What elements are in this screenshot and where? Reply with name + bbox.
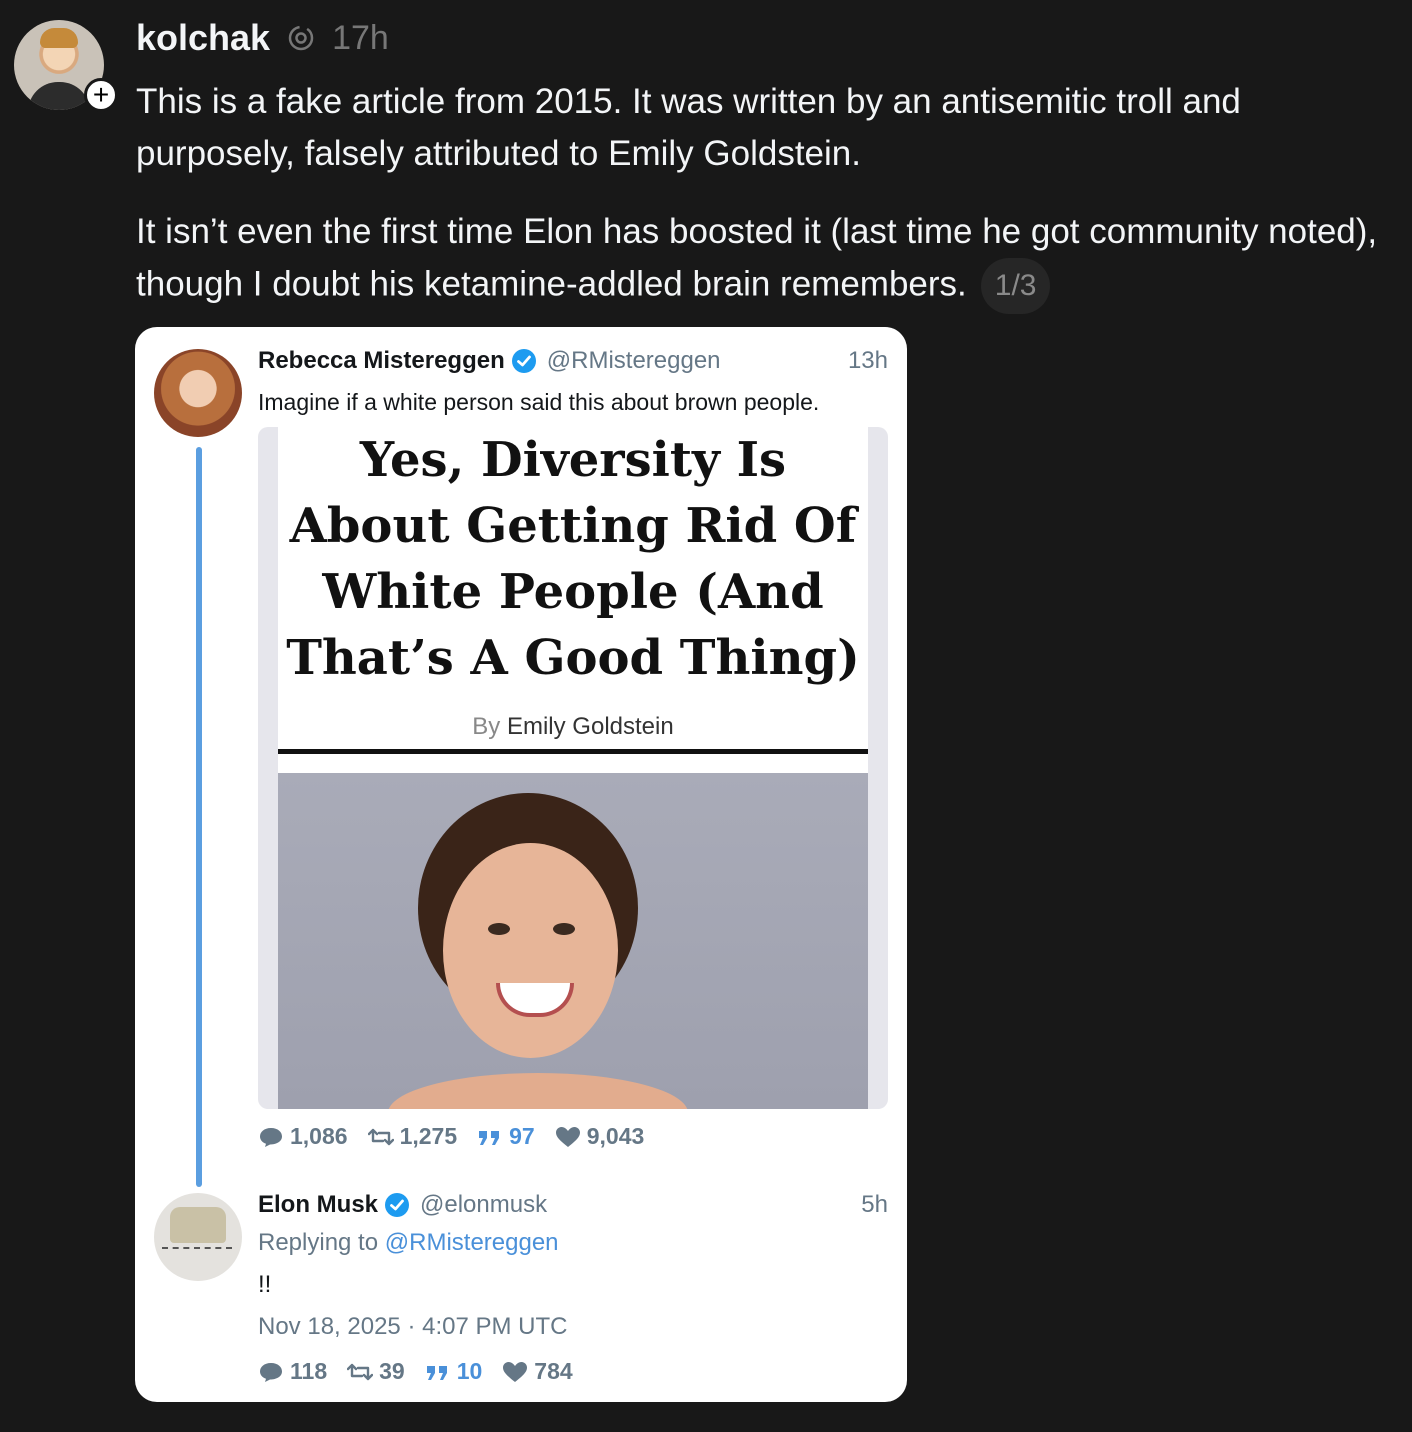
post-paragraph-2: It isn’t even the first time Elon has bo…: [136, 206, 1396, 314]
avatar-scribble: [162, 1247, 232, 1261]
tweet2-likes: 784: [502, 1358, 573, 1385]
tweet1-time: 13h: [847, 347, 888, 374]
tweet2-retweets-count: 39: [379, 1358, 405, 1384]
avatar-shirt: [28, 82, 90, 110]
tweet1-name: Rebecca Mistereggen: [258, 347, 505, 374]
heart-icon: [555, 1126, 580, 1147]
rebecca-avatar: [154, 349, 242, 437]
threads-icon: [288, 25, 314, 51]
article-page: Yes, Diversity Is About Getting Rid Of W…: [278, 427, 868, 1109]
tweet2-replies-count: 118: [290, 1358, 328, 1384]
verified-icon: [511, 349, 536, 373]
quote-icon: [426, 1365, 447, 1380]
post-body: This is a fake article from 2015. It was…: [136, 76, 1396, 340]
article-divider: [278, 749, 868, 754]
photo-face: [443, 843, 618, 1058]
tweet2-likes-count: 784: [534, 1358, 573, 1384]
tweet2-date: Nov 18, 2025 · 4:07 PM UTC: [258, 1313, 568, 1340]
post-header: kolchak 17h: [136, 17, 389, 59]
tweet1-replies-count: 1,086: [290, 1123, 348, 1149]
verified-icon: [385, 1193, 410, 1217]
avatar-object: [170, 1207, 226, 1243]
photo-shoulders: [388, 1073, 688, 1109]
article-headline: Yes, Diversity Is About Getting Rid Of W…: [286, 432, 860, 686]
retweet-icon: [347, 1363, 374, 1380]
tweet1-text: Imagine if a white person said this abou…: [258, 389, 820, 415]
tweet2-handle: @elonmusk: [420, 1191, 548, 1218]
post-paragraph-2-text: It isn’t even the first time Elon has bo…: [136, 212, 1378, 304]
tweet2-quotes: 10: [425, 1358, 483, 1385]
retweet-icon: [367, 1128, 394, 1145]
quote-icon: [479, 1130, 500, 1145]
thread-line: [196, 447, 202, 1187]
byline-author: Emily Goldstein: [506, 713, 674, 740]
byline-prefix: By: [472, 713, 501, 740]
tweet2-quotes-count: 10: [456, 1358, 483, 1384]
tweet1-likes: 9,043: [555, 1123, 645, 1150]
tweet1-header: Rebecca Mistereggen @RMistereggen 13h: [258, 347, 888, 375]
embedded-image[interactable]: Rebecca Mistereggen @RMistereggen 13h Im…: [135, 327, 907, 1402]
replying-prefix: Replying to: [258, 1229, 379, 1256]
tweet2-text: !!: [258, 1271, 272, 1298]
heart-icon: [503, 1361, 528, 1382]
tweet1-retweets-count: 1,275: [399, 1123, 458, 1149]
post-paragraph-1: This is a fake article from 2015. It was…: [136, 82, 1241, 173]
tweet2-replies: 118: [258, 1358, 327, 1385]
tweet2-replying: Replying to @RMistereggen: [258, 1229, 559, 1257]
tweet2-name: Elon Musk: [258, 1191, 379, 1218]
article-preview: Yes, Diversity Is About Getting Rid Of W…: [258, 427, 888, 1109]
tweet1-replies: 1,086: [258, 1123, 348, 1150]
tweet2-header: Elon Musk @elonmusk 5h: [258, 1191, 888, 1219]
tweet1-retweets: 1,275: [367, 1123, 458, 1150]
photo-eye-left: [488, 923, 510, 935]
author-username[interactable]: kolchak: [136, 17, 270, 59]
photo-eye-right: [553, 923, 575, 935]
reply-icon: [260, 1362, 282, 1382]
plus-icon: +: [92, 79, 110, 110]
tweet1-handle: @RMistereggen: [546, 347, 721, 374]
article-photo: [278, 773, 868, 1109]
tweet1-quotes-count: 97: [509, 1123, 535, 1149]
tweet2-retweets: 39: [347, 1358, 405, 1385]
tweet2-time: 5h: [861, 1191, 888, 1218]
avatar-hair: [40, 28, 78, 48]
reply-icon: [260, 1127, 282, 1147]
elon-avatar: [154, 1193, 242, 1281]
tweet1-quotes: 97: [477, 1123, 535, 1150]
page-indicator: 1/3: [980, 258, 1051, 314]
replying-to-handle: @RMistereggen: [384, 1229, 559, 1256]
post-time[interactable]: 17h: [332, 19, 389, 58]
tweet1-stats: 1,086 1,275 97 9,043: [258, 1123, 644, 1150]
tweet2-stats: 118 39 10 784: [258, 1358, 573, 1385]
author-avatar-container[interactable]: +: [14, 20, 118, 112]
follow-button[interactable]: +: [84, 78, 118, 112]
tweet1-likes-count: 9,043: [586, 1123, 645, 1149]
article-byline: By Emily Goldstein: [278, 713, 868, 741]
